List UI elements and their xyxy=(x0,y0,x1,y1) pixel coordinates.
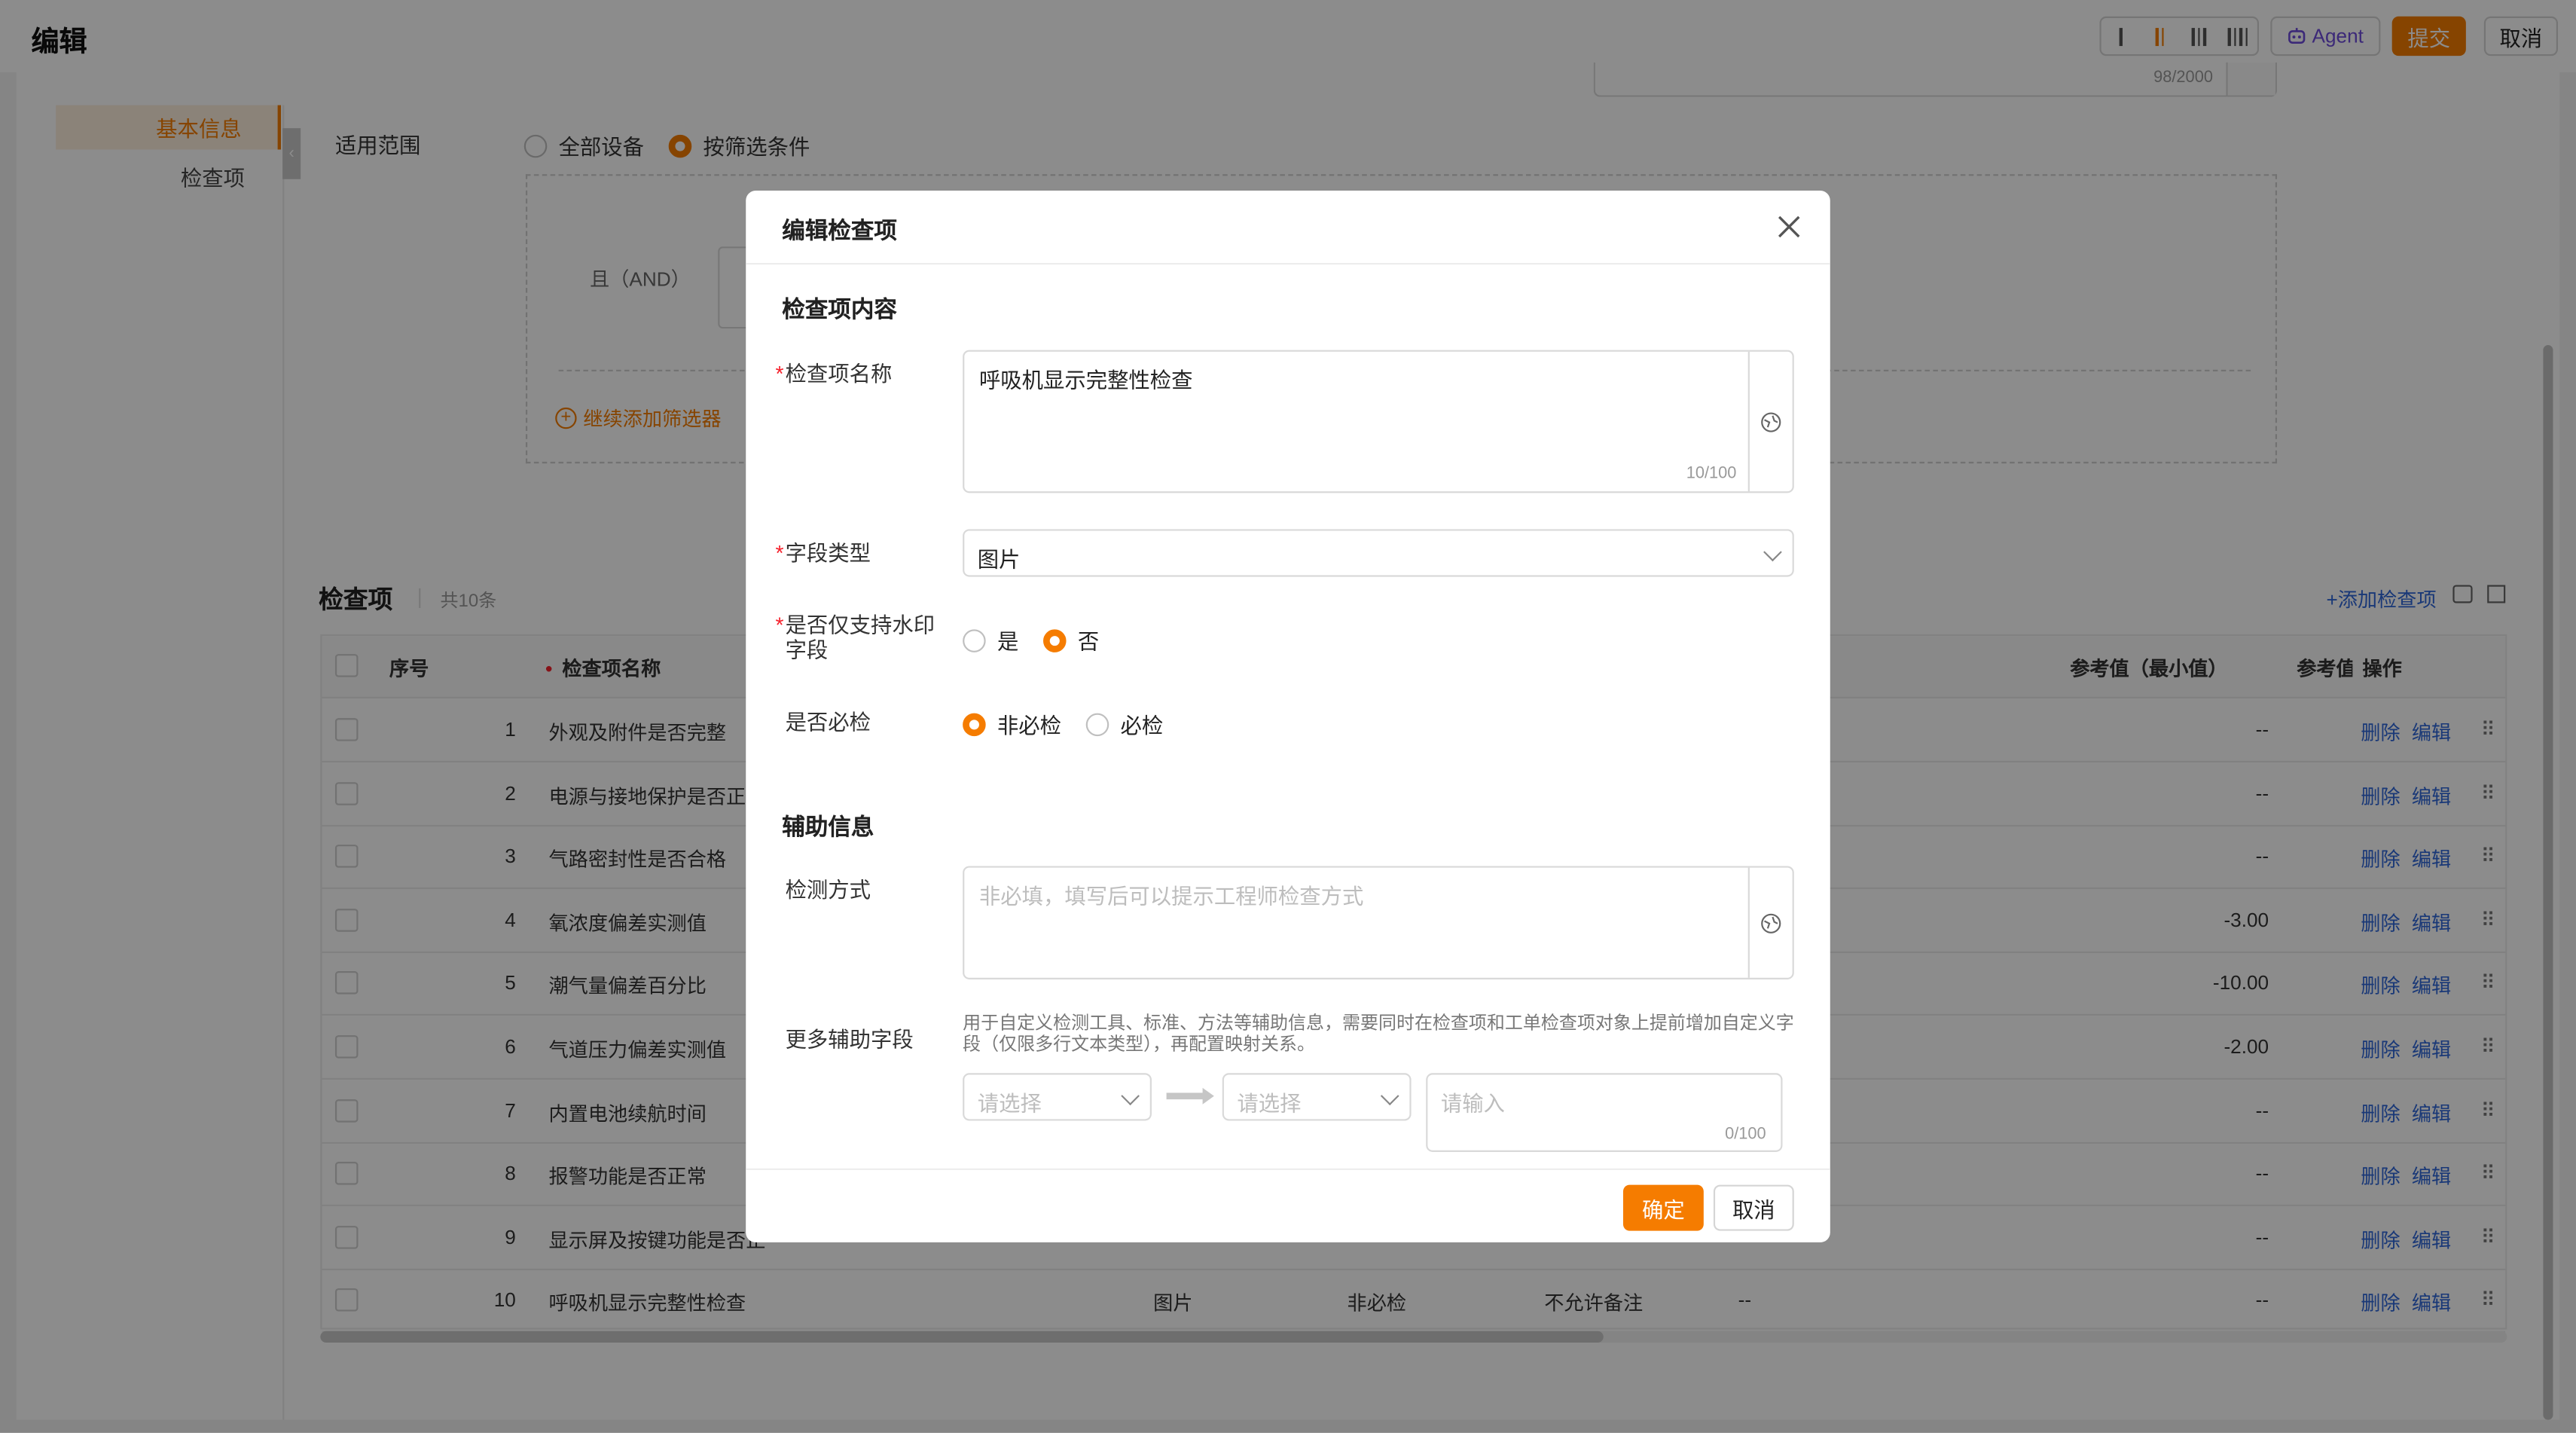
watermark-radio-no[interactable]: 否 xyxy=(1043,625,1099,655)
radio-label: 否 xyxy=(1077,629,1100,655)
field-type-label: * 字段类型 xyxy=(775,540,950,566)
watermark-radio-yes[interactable]: 是 xyxy=(963,625,1018,655)
globe-icon xyxy=(1761,912,1781,933)
method-translate-panel[interactable] xyxy=(1747,867,1793,978)
radio-circle-selected xyxy=(1043,628,1067,652)
required-radio-mandatory[interactable]: 必检 xyxy=(1085,708,1164,739)
dialog-footer: 确定 取消 xyxy=(746,1168,1830,1242)
input-placeholder: 请输入 xyxy=(1440,1091,1505,1116)
watermark-label-text: 是否仅支持水印字段 xyxy=(785,613,935,662)
source-field-select[interactable]: 请选择 xyxy=(963,1073,1152,1121)
radio-circle xyxy=(963,628,986,652)
method-placeholder: 非必填，填写后可以提示工程师检查方式 xyxy=(978,884,1364,909)
edit-check-item-dialog: 编辑检查项 检查项内容 * 检查项名称 呼吸机显示完整性检查 10/100 * … xyxy=(746,191,1830,1242)
dialog-cancel-button[interactable]: 取消 xyxy=(1713,1184,1794,1231)
method-textarea[interactable]: 非必填，填写后可以提示工程师检查方式 xyxy=(963,866,1794,979)
required-radio-optional[interactable]: 非必检 xyxy=(963,708,1061,739)
dialog-title: 编辑检查项 xyxy=(782,216,897,243)
method-label: 检测方式 xyxy=(785,877,871,903)
confirm-button[interactable]: 确定 xyxy=(1622,1184,1704,1231)
radio-circle xyxy=(1085,712,1109,736)
dialog-header: 编辑检查项 xyxy=(746,191,1830,265)
chevron-down-icon xyxy=(1121,1086,1140,1106)
name-textarea[interactable]: 呼吸机显示完整性检查 10/100 xyxy=(963,350,1794,493)
name-translate-panel[interactable] xyxy=(1747,351,1793,492)
more-fields-help: 用于自定义检测工具、标准、方法等辅助信息，需要同时在检查项和工单检查项对象上提前… xyxy=(963,1013,1794,1056)
arrow-right-icon xyxy=(1166,1087,1214,1105)
chevron-down-icon xyxy=(1380,1086,1399,1106)
name-label: * 检查项名称 xyxy=(775,361,950,387)
name-char-counter: 10/100 xyxy=(1686,465,1737,484)
required-star: * xyxy=(775,361,784,387)
chevron-down-icon xyxy=(1763,542,1782,562)
required-star: * xyxy=(775,540,784,566)
input-char-counter: 0/100 xyxy=(1725,1126,1766,1144)
section-aux-title: 辅助信息 xyxy=(782,813,874,840)
close-icon[interactable] xyxy=(1775,212,1804,241)
radio-label: 必检 xyxy=(1120,713,1164,738)
select-placeholder: 请选择 xyxy=(977,1091,1042,1116)
field-type-label-text: 字段类型 xyxy=(785,540,871,566)
more-fields-label: 更多辅助字段 xyxy=(785,1027,914,1052)
mapping-value-input[interactable]: 请输入 0/100 xyxy=(1426,1073,1783,1152)
name-value: 呼吸机显示完整性检查 xyxy=(978,368,1193,393)
field-type-value: 图片 xyxy=(977,547,1021,573)
required-star: * xyxy=(775,613,784,638)
radio-circle-selected xyxy=(963,712,986,736)
select-placeholder: 请选择 xyxy=(1237,1091,1302,1116)
name-label-text: 检查项名称 xyxy=(785,361,893,387)
section-content-title: 检查项内容 xyxy=(782,295,897,322)
required-check-label: 是否必检 xyxy=(785,710,871,735)
field-type-select[interactable]: 图片 xyxy=(963,529,1794,577)
globe-icon xyxy=(1761,411,1781,432)
radio-label: 非必检 xyxy=(997,713,1062,738)
page: 编辑 Agent 提交 取消 基本信息 检查项 ‹ 98/2000 适用范围 全… xyxy=(0,0,2576,1433)
target-field-select[interactable]: 请选择 xyxy=(1222,1073,1412,1121)
radio-label: 是 xyxy=(997,629,1019,655)
watermark-label: * 是否仅支持水印字段 xyxy=(775,613,937,662)
